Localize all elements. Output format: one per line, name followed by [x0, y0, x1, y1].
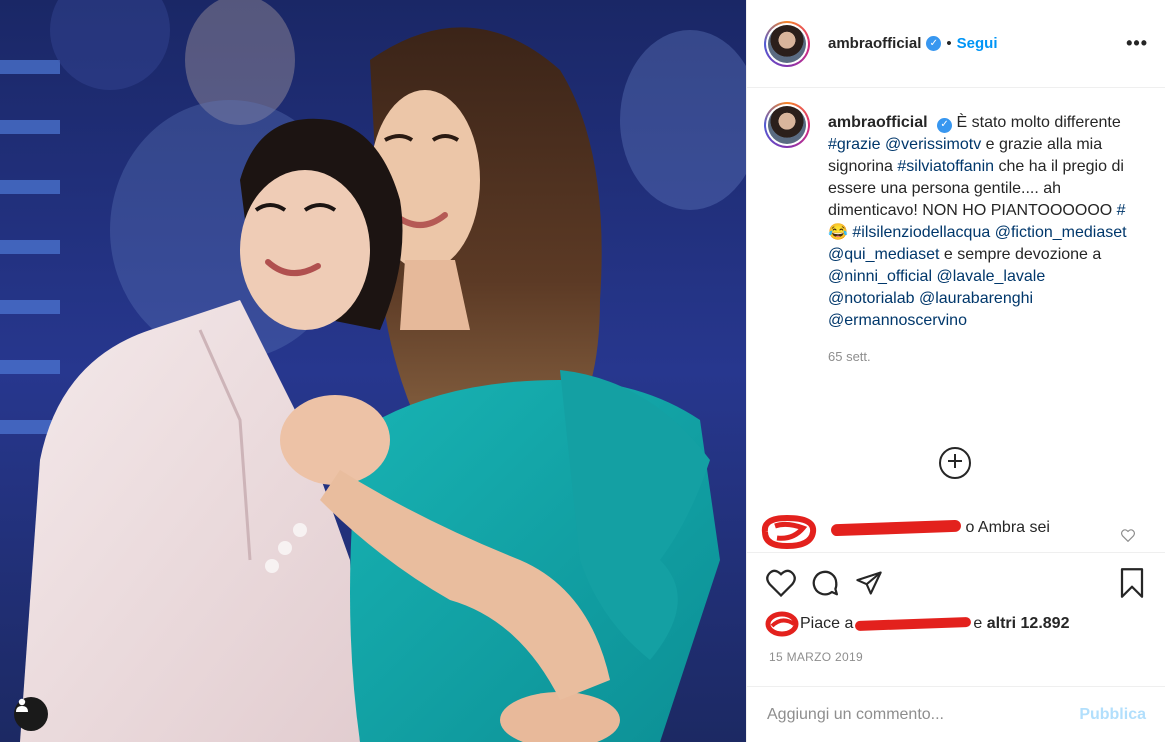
add-comment-form: Pubblica	[747, 686, 1165, 742]
post-header: ambraofficial ✓ • Segui •••	[747, 0, 1165, 88]
likes-prefix: Piace a	[800, 615, 854, 632]
caption-text: ambraofficial ✓ È stato molto differente…	[828, 112, 1128, 332]
post-actions	[747, 552, 1165, 612]
comment-like-heart-icon[interactable]	[1121, 529, 1135, 547]
author-avatar[interactable]	[764, 20, 810, 67]
likes-count-link[interactable]: altri 12.892	[987, 615, 1070, 633]
redaction-mark	[830, 519, 962, 537]
mention-link[interactable]: @notorialab	[828, 290, 915, 307]
mention-link[interactable]: @qui_mediaset	[828, 246, 939, 263]
caption-text-segment: È stato molto differente	[956, 114, 1121, 131]
verified-icon: ✓	[926, 36, 942, 51]
add-circle-icon	[946, 452, 964, 475]
heart-icon[interactable]	[764, 566, 798, 600]
post-photo[interactable]	[0, 0, 746, 742]
mention-link[interactable]: @ninni_official	[828, 268, 932, 285]
redacted-commenter-avatar[interactable]	[757, 514, 819, 550]
mention-link[interactable]: @lavale_lavale	[936, 268, 1045, 285]
user-tag-button[interactable]	[14, 697, 48, 731]
separator-dot: •	[946, 35, 952, 52]
caption: ambraofficial ✓ È stato molto differente…	[747, 88, 1165, 368]
comment-item: o Ambra sei	[753, 508, 1153, 552]
mention-link[interactable]: @fiction_mediaset	[995, 224, 1127, 241]
mention-link[interactable]: @laurabarenghi	[919, 290, 1033, 307]
comment-input[interactable]	[767, 705, 1080, 724]
load-more-comments-button[interactable]	[939, 447, 971, 479]
caption-body: ambraofficial ✓ È stato molto differente…	[828, 112, 1128, 368]
likes-suffix: e	[973, 615, 983, 632]
follow-button[interactable]: Segui	[957, 35, 998, 52]
share-icon[interactable]	[852, 566, 886, 600]
redaction-mark	[855, 616, 972, 632]
bookmark-icon[interactable]	[1115, 566, 1149, 600]
comment-icon[interactable]	[808, 566, 842, 600]
caption-avatar[interactable]	[764, 102, 810, 148]
post-side-panel: ambraofficial ✓ • Segui ••• ambraofficia…	[746, 0, 1165, 742]
caption-text-segment: e sempre devozione a	[939, 246, 1102, 263]
mention-link[interactable]: @ermannoscervino	[828, 312, 967, 329]
photo-illustration	[0, 0, 746, 742]
verified-icon: ✓	[937, 117, 953, 133]
more-icon[interactable]: •••	[1126, 33, 1148, 54]
caption-username[interactable]: ambraofficial	[828, 114, 928, 131]
author-username[interactable]: ambraofficial	[828, 35, 921, 52]
publish-button[interactable]: Pubblica	[1079, 706, 1146, 724]
likes-summary: Piace a e altri 12.892	[764, 610, 1069, 638]
caption-timestamp[interactable]: 65 sett.	[828, 346, 1128, 368]
comment-text: o Ambra sei	[830, 519, 1050, 537]
mention-link[interactable]: @verissimotv	[885, 136, 981, 153]
hashtag-link[interactable]: #grazie	[828, 136, 880, 153]
hashtag-link[interactable]: #ilsilenziodellacqua	[852, 224, 990, 241]
redacted-liker-avatar[interactable]	[764, 610, 800, 638]
post-date[interactable]: 15 MARZO 2019	[769, 650, 863, 664]
comment-body: o Ambra sei	[965, 519, 1050, 536]
hashtag-link[interactable]: #silviatoffanin	[897, 158, 994, 175]
